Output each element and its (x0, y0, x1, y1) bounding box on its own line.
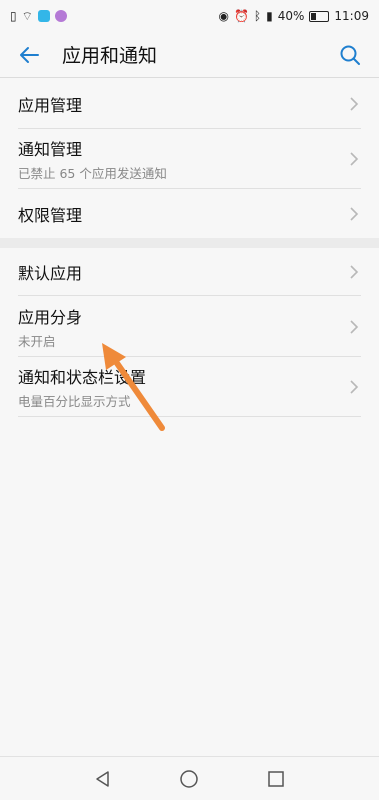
chevron-right-icon (350, 265, 359, 279)
settings-row-default-apps[interactable]: 默认应用 (0, 248, 379, 296)
search-button[interactable] (333, 38, 367, 72)
settings-row-notification-statusbar[interactable]: 通知和状态栏设置 电量百分比显示方式 (0, 357, 379, 417)
square-recents-icon (268, 770, 284, 787)
back-button[interactable] (12, 38, 46, 72)
section-divider (0, 238, 379, 248)
row-title: 应用管理 (18, 96, 83, 115)
battery-percent: 40% (277, 9, 305, 23)
vibrate-icon: ▮ (266, 9, 273, 23)
wifi-icon: ⌔ (21, 8, 33, 23)
row-subtitle: 电量百分比显示方式 (18, 394, 131, 409)
chevron-right-icon (350, 152, 359, 166)
notification-app-icon-2 (54, 10, 67, 22)
back-arrow-icon (20, 46, 39, 63)
settings-row-permission-management[interactable]: 权限管理 (0, 189, 379, 238)
row-subtitle: 已禁止 65 个应用发送通知 (18, 166, 167, 181)
chevron-right-icon (350, 206, 359, 221)
settings-row-notification-management[interactable]: 通知管理 已禁止 65 个应用发送通知 (0, 129, 379, 189)
chevron-right-icon (350, 380, 359, 394)
sim-icon: ▯ (10, 9, 17, 23)
nav-home-button[interactable] (174, 764, 204, 794)
status-bar: ▯ ⌔ ◉ ⏰ ᛒ ▮ 40% 11:09 (0, 0, 379, 32)
nav-recents-button[interactable] (261, 764, 291, 794)
eye-icon: ◉ (218, 9, 229, 23)
status-left-icons: ▯ ⌔ (10, 9, 67, 24)
app-bar: 应用和通知 (0, 32, 379, 78)
row-subtitle: 未开启 (18, 333, 56, 349)
alarm-icon: ⏰ (233, 9, 249, 23)
settings-row-app-twin[interactable]: 应用分身 未开启 (0, 296, 379, 357)
system-nav-bar (0, 756, 379, 800)
settings-section-1: 应用管理 通知管理 已禁止 65 个应用发送通知 权限管理 (0, 79, 379, 238)
circle-home-icon (180, 769, 199, 788)
battery-icon (309, 10, 330, 22)
row-title: 通知管理 (18, 140, 83, 159)
row-title: 权限管理 (18, 205, 83, 225)
notification-app-icon (37, 10, 50, 22)
row-title: 默认应用 (18, 264, 83, 283)
chevron-right-icon (350, 97, 359, 111)
status-time: 11:09 (334, 9, 369, 23)
row-title: 通知和状态栏设置 (18, 368, 147, 387)
settings-row-app-management[interactable]: 应用管理 (0, 79, 379, 129)
row-title: 应用分身 (18, 307, 83, 327)
nav-back-button[interactable] (88, 764, 118, 794)
settings-section-2: 默认应用 应用分身 未开启 通知和状态栏设置 电量百分比显示方式 (0, 248, 379, 417)
status-right-icons: ◉ ⏰ ᛒ ▮ 40% 11:09 (218, 9, 369, 23)
page-title: 应用和通知 (62, 45, 158, 67)
bluetooth-icon: ᛒ (253, 9, 262, 23)
triangle-back-icon (96, 770, 109, 787)
chevron-right-icon (350, 319, 359, 334)
search-icon (340, 45, 360, 65)
